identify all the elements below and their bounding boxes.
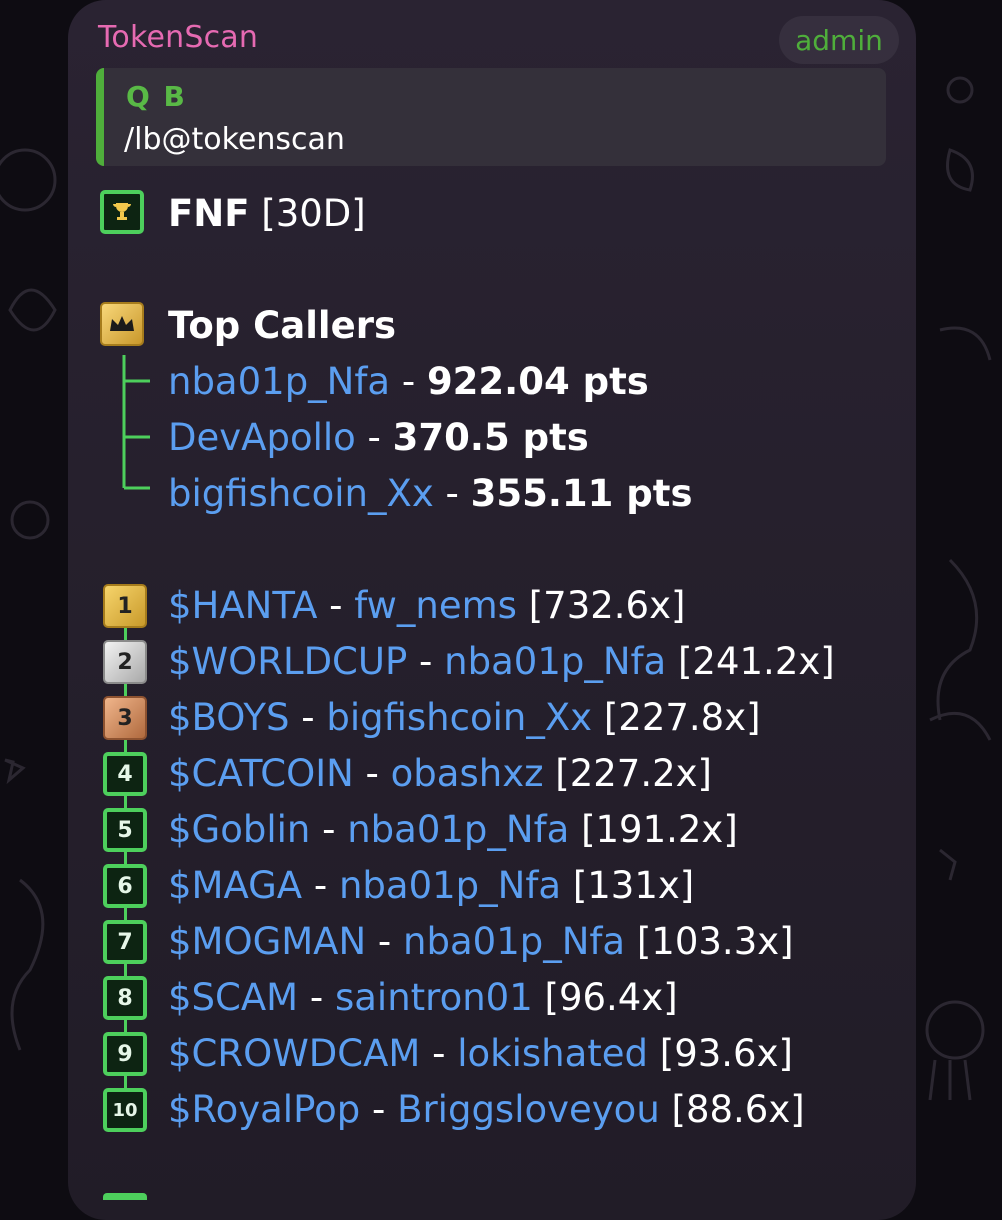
next-section-icon (103, 1193, 147, 1200)
separator: - (355, 415, 393, 459)
rank-10-icon: 10 (103, 1088, 147, 1132)
top-caller-row: nba01p_Nfa - 922.04 pts (168, 356, 649, 406)
token-link[interactable]: $MAGA (168, 864, 302, 907)
leaderboard-row: $CATCOIN - obashxz [227.2x] (168, 748, 712, 798)
reply-quote[interactable]: Q B /lb@tokenscan (96, 68, 886, 166)
multiple: [96.4x] (544, 975, 678, 1019)
multiple: [131x] (572, 863, 695, 907)
separator: - (302, 863, 339, 907)
token-link[interactable]: $MOGMAN (168, 920, 366, 963)
caller-link[interactable]: bigfishcoin_Xx (168, 472, 434, 515)
separator: - (310, 807, 348, 851)
caller-score: 355.11 pts (470, 471, 693, 515)
group-name: FNF (168, 191, 250, 235)
crown-glyph (110, 316, 134, 331)
caller-link[interactable]: fw_nems (354, 584, 517, 627)
leaderboard-row: $CROWDCAM - lokishated [93.6x] (168, 1028, 793, 1078)
multiple: [227.8x] (603, 695, 761, 739)
token-link[interactable]: $HANTA (168, 584, 317, 627)
token-link[interactable]: $CATCOIN (168, 752, 354, 795)
reply-author: Q B (126, 80, 187, 113)
reply-text: /lb@tokenscan (124, 122, 345, 157)
tree-connector (122, 355, 150, 490)
caller-link[interactable]: Briggsloveyou (397, 1088, 660, 1131)
separator: - (360, 1087, 398, 1131)
trophy-icon (100, 190, 144, 234)
rank-7-icon: 7 (103, 920, 147, 964)
separator: - (420, 1031, 458, 1075)
caller-score: 922.04 pts (426, 359, 649, 403)
token-link[interactable]: $SCAM (168, 976, 298, 1019)
rank-9-icon: 9 (103, 1032, 147, 1076)
rank-6-icon: 6 (103, 864, 147, 908)
caller-link[interactable]: saintron01 (335, 976, 533, 1019)
multiple: [103.3x] (636, 919, 794, 963)
caller-link[interactable]: nba01p_Nfa (347, 808, 569, 851)
rank-3-medal-icon: 3 (103, 696, 147, 740)
trophy-glyph (113, 203, 131, 220)
top-callers-title: Top Callers (168, 303, 396, 347)
leaderboard-row: $HANTA - fw_nems [732.6x] (168, 580, 685, 630)
rank-5-icon: 5 (103, 808, 147, 852)
separator: - (353, 751, 391, 795)
caller-link[interactable]: DevApollo (168, 416, 356, 459)
caller-link[interactable]: nba01p_Nfa (403, 920, 625, 963)
caller-link[interactable]: obashxz (391, 752, 544, 795)
multiple: [88.6x] (671, 1087, 805, 1131)
separator: - (433, 471, 471, 515)
rank-4-icon: 4 (103, 752, 147, 796)
leaderboard-row: $MAGA - nba01p_Nfa [131x] (168, 860, 694, 910)
rank-8-icon: 8 (103, 976, 147, 1020)
token-link[interactable]: $CROWDCAM (168, 1032, 420, 1075)
caller-link[interactable]: bigfishcoin_Xx (326, 696, 592, 739)
separator: - (289, 695, 327, 739)
leaderboard-row: $WORLDCUP - nba01p_Nfa [241.2x] (168, 636, 835, 686)
separator: - (407, 639, 445, 683)
multiple: [93.6x] (659, 1031, 793, 1075)
rank-2-medal-icon: 2 (103, 640, 147, 684)
rank-1-medal-icon: 1 (103, 584, 147, 628)
caller-link[interactable]: lokishated (457, 1032, 648, 1075)
caller-link[interactable]: nba01p_Nfa (339, 864, 561, 907)
crown-icon (100, 302, 144, 346)
separator: - (390, 359, 427, 403)
top-caller-row: DevApollo - 370.5 pts (168, 412, 589, 462)
multiple: [191.2x] (581, 807, 738, 851)
separator: - (298, 975, 335, 1019)
separator: - (317, 583, 355, 627)
leaderboard-title: FNF [30D] (168, 188, 366, 238)
admin-badge: admin (779, 16, 899, 64)
leaderboard-row: $BOYS - bigfishcoin_Xx [227.8x] (168, 692, 761, 742)
leaderboard-row: $MOGMAN - nba01p_Nfa [103.3x] (168, 916, 794, 966)
leaderboard-row: $SCAM - saintron01 [96.4x] (168, 972, 678, 1022)
token-link[interactable]: $RoyalPop (168, 1088, 360, 1131)
multiple: [241.2x] (678, 639, 835, 683)
top-caller-row: bigfishcoin_Xx - 355.11 pts (168, 468, 692, 518)
token-link[interactable]: $BOYS (168, 696, 289, 739)
separator: - (366, 919, 404, 963)
reply-accent-bar (96, 68, 104, 166)
multiple: [732.6x] (528, 583, 686, 627)
leaderboard-row: $RoyalPop - Briggsloveyou [88.6x] (168, 1084, 805, 1134)
token-link[interactable]: $Goblin (168, 808, 310, 851)
caller-link[interactable]: nba01p_Nfa (444, 640, 666, 683)
sender-name[interactable]: TokenScan (98, 20, 258, 55)
period-label: [30D] (261, 191, 366, 235)
caller-score: 370.5 pts (392, 415, 589, 459)
leaderboard-row: $Goblin - nba01p_Nfa [191.2x] (168, 804, 738, 854)
multiple: [227.2x] (555, 751, 712, 795)
token-link[interactable]: $WORLDCUP (168, 640, 407, 683)
caller-link[interactable]: nba01p_Nfa (168, 360, 390, 403)
